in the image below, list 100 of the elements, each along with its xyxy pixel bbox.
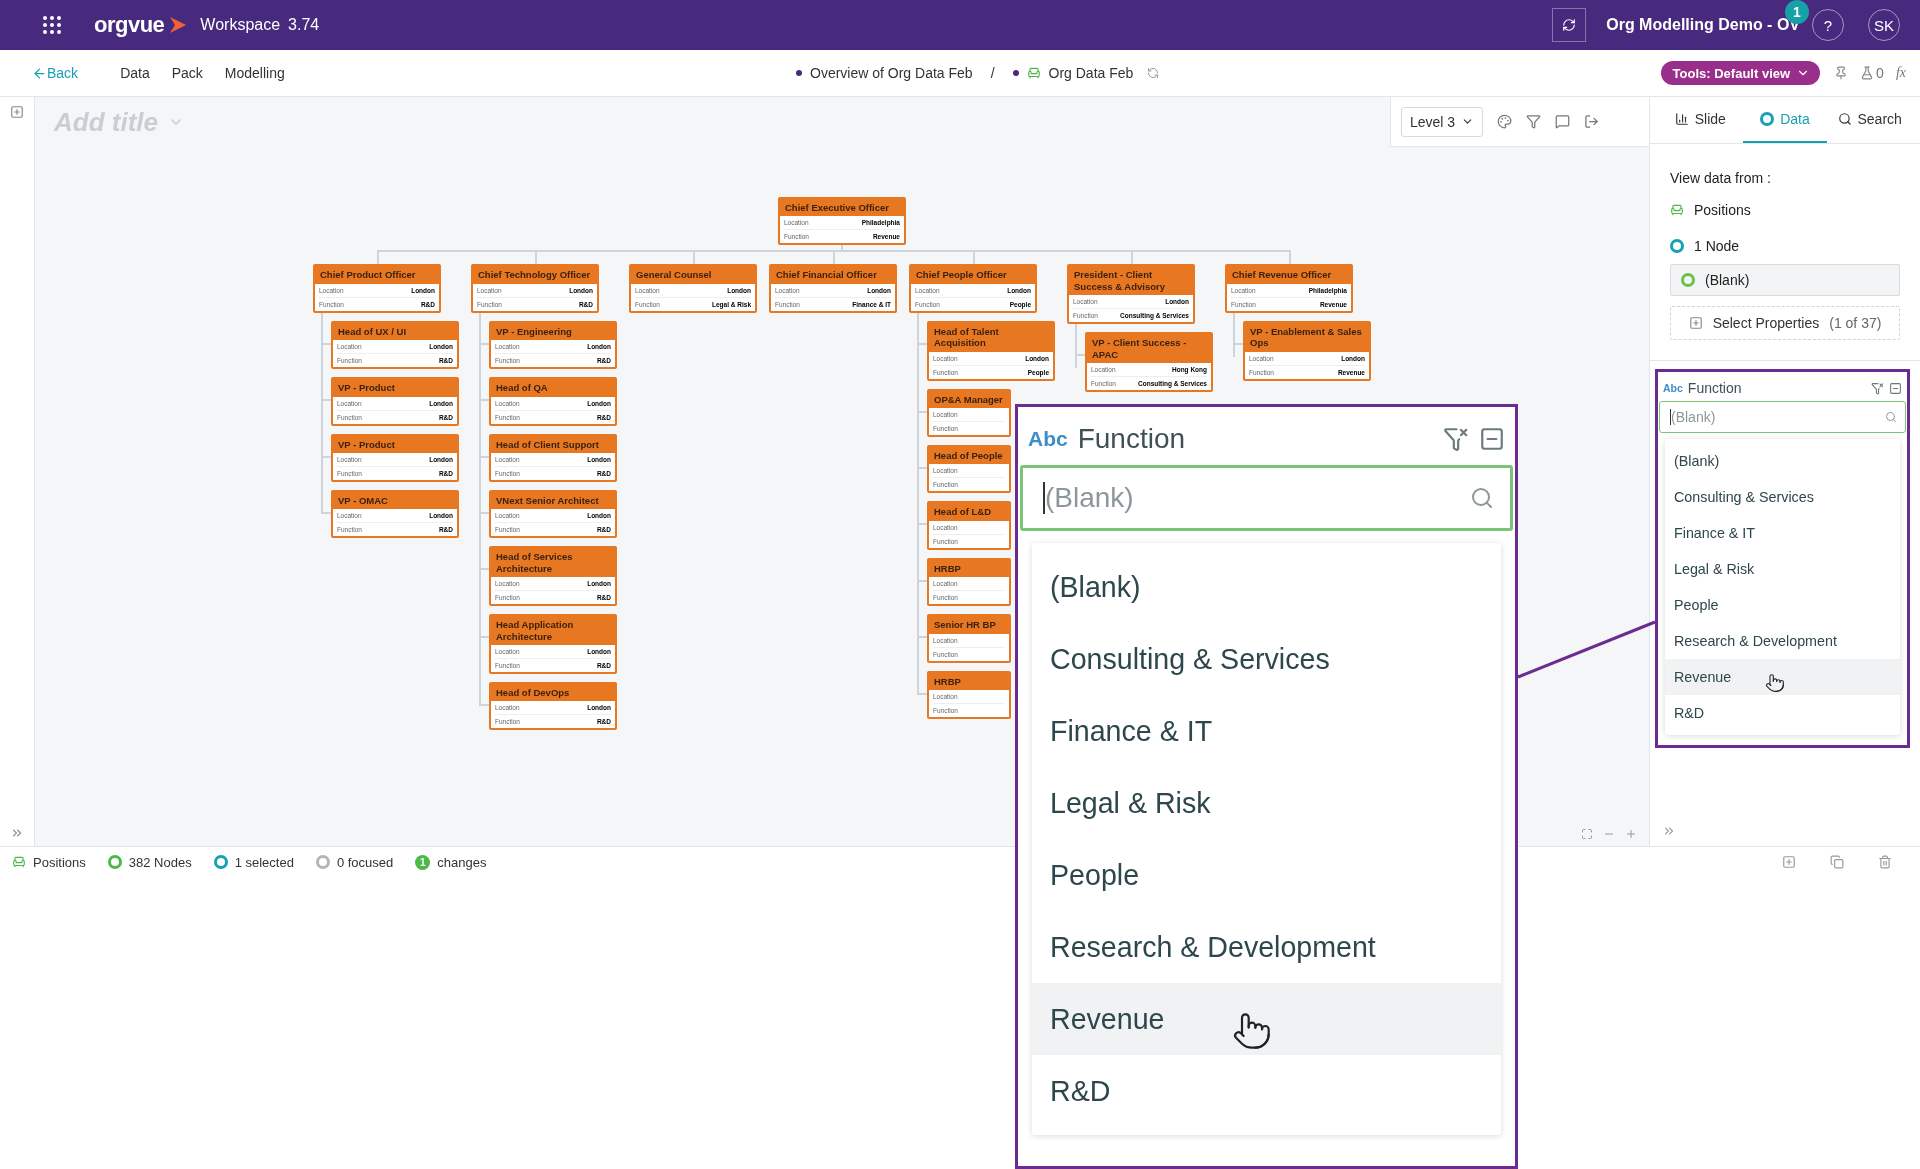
search-icon [1837, 112, 1852, 126]
node-title: Chief Product Officer [315, 266, 439, 284]
dropdown-option[interactable]: R&D [1665, 695, 1900, 731]
node-title: Chief Revenue Officer [1227, 266, 1351, 284]
node-title: VP - Product [333, 379, 457, 397]
section-label: View data from : [1670, 170, 1772, 186]
expand-icon[interactable] [10, 826, 24, 840]
dropdown-option[interactable]: Finance & IT [1665, 515, 1900, 551]
panel-tab[interactable]: Slide [1658, 97, 1743, 143]
copy-icon[interactable] [1830, 855, 1844, 869]
node-title: VP - Product [333, 435, 457, 453]
dropdown-option[interactable]: (Blank) [1665, 443, 1900, 479]
count-badge: 1 [415, 854, 431, 870]
value-label: (Blank) [1705, 272, 1750, 288]
breadcrumb-link[interactable]: Org Data Feb [1048, 65, 1134, 81]
node-title: HRBP [929, 672, 1009, 690]
export-icon[interactable] [1584, 114, 1600, 129]
select-properties-button[interactable]: Select Properties (1 of 37) [1670, 306, 1900, 340]
hand-cursor-icon [1765, 673, 1786, 693]
node-title: Chief Executive Officer [780, 199, 904, 217]
menu-item[interactable]: Pack [171, 65, 203, 81]
tools-dropdown[interactable]: Tools: Default view [1660, 61, 1821, 85]
text-caret [1670, 409, 1671, 425]
chair-icon [1026, 66, 1041, 80]
level-dropdown[interactable]: Level 3 [1401, 106, 1484, 137]
zoom-in-icon[interactable] [1625, 828, 1637, 840]
search-icon [1470, 486, 1494, 510]
panel-tab[interactable]: Search [1827, 97, 1912, 143]
expand-icon[interactable] [1662, 824, 1676, 838]
refresh-icon [1562, 18, 1577, 32]
comment-icon[interactable] [1555, 114, 1571, 129]
ring-icon [1760, 112, 1775, 126]
status-label: 382 Nodes [128, 854, 192, 870]
dropdown-option[interactable]: People [1665, 587, 1900, 623]
node-title: VP - Enablement & Sales Ops [1245, 322, 1369, 352]
ring-icon [315, 855, 330, 869]
status-label: changes [437, 854, 487, 870]
sync-icon[interactable] [1147, 67, 1160, 79]
node-title: VP - Engineering [491, 322, 615, 341]
text-caret [1043, 482, 1045, 514]
pin-icon[interactable] [1834, 66, 1849, 80]
node-title: Chief Financial Officer [771, 266, 895, 284]
dropdown-option[interactable]: Legal & Risk [1665, 551, 1900, 587]
node-title: VNext Senior Architect [491, 491, 615, 510]
node-count: 1 Node [1694, 238, 1740, 254]
palette-icon[interactable] [1497, 114, 1513, 129]
flask-counter[interactable]: 0 [1860, 65, 1884, 81]
node-title: VP - Client Success - APAC [1087, 334, 1211, 363]
dropdown-option[interactable]: Finance & IT [1032, 695, 1501, 767]
field-name: Function [1687, 380, 1743, 396]
dropdown-option[interactable]: Research & Development [1032, 911, 1501, 983]
dropdown-option[interactable]: Revenue [1032, 983, 1501, 1055]
type-label: Abc [1663, 382, 1683, 394]
node-title: HRBP [929, 559, 1009, 578]
breadcrumb-link[interactable]: Overview of Org Data Feb [810, 65, 973, 81]
dropdown-option[interactable]: R&D [1032, 1055, 1501, 1127]
add-icon[interactable] [1782, 855, 1796, 869]
node-title: President - Client Success & Advisory [1069, 266, 1193, 296]
node-title: Head of People [929, 446, 1009, 465]
clear-filter-icon[interactable] [1871, 381, 1884, 395]
ring-icon [213, 855, 228, 869]
workspace-label: Workspace [200, 16, 281, 34]
search-icon [1885, 411, 1897, 423]
dropdown-option[interactable]: Research & Development [1665, 623, 1900, 659]
collapse-icon[interactable] [1479, 426, 1505, 452]
refresh-button[interactable] [1552, 8, 1587, 42]
delete-icon[interactable] [1878, 855, 1892, 869]
hand-cursor-icon [1232, 1011, 1273, 1051]
node-title: Head of Talent Acquisition [929, 322, 1053, 352]
chair-icon [12, 855, 26, 869]
status-label: Positions [33, 854, 86, 870]
add-icon [1688, 316, 1703, 330]
add-icon[interactable] [10, 105, 24, 119]
dropdown-option[interactable]: (Blank) [1032, 551, 1501, 623]
dropdown-option[interactable]: Legal & Risk [1032, 767, 1501, 839]
node-title: Head Application Architecture [491, 616, 615, 645]
clear-filter-icon[interactable] [1443, 426, 1469, 452]
node-title: Head of Client Support [491, 435, 615, 453]
breadcrumb-separator: / [990, 65, 995, 81]
node-title: Chief Technology Officer [473, 266, 597, 284]
formula-button[interactable]: fx [1895, 65, 1906, 81]
dropdown-option[interactable]: Consulting & Services [1032, 623, 1501, 695]
chart-icon [1674, 112, 1689, 126]
menu-item[interactable]: Modelling [224, 65, 285, 81]
dropdown-option[interactable]: Consulting & Services [1665, 479, 1900, 515]
filter-icon[interactable] [1526, 114, 1542, 129]
collapse-icon[interactable] [1889, 381, 1902, 395]
dropdown-option[interactable]: Revenue [1665, 659, 1900, 695]
apps-menu-icon[interactable] [40, 13, 64, 37]
chair-icon [1670, 203, 1684, 217]
bullet-icon [796, 70, 802, 76]
node-title: VP - OMAC [333, 491, 457, 510]
field-name: Function [1077, 423, 1187, 455]
menu-item[interactable]: Data [120, 65, 150, 81]
source-label: Positions [1694, 202, 1751, 218]
node-title: OP&A Manager [929, 390, 1009, 408]
node-title: General Counsel [631, 266, 755, 284]
node-title: Head of UX / UI [333, 322, 457, 341]
fit-screen-icon[interactable] [1581, 828, 1593, 840]
dropdown-option[interactable]: People [1032, 839, 1501, 911]
